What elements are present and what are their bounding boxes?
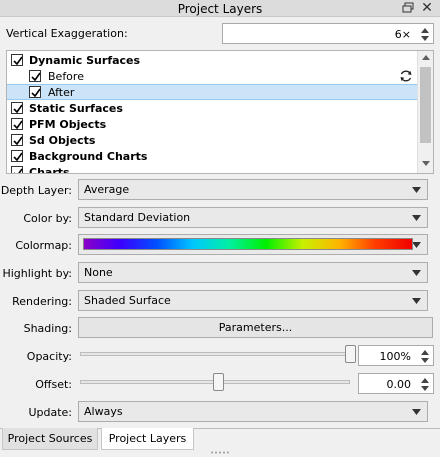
scroll-up-icon[interactable] [422, 55, 430, 60]
checkbox[interactable] [11, 54, 23, 66]
checkbox[interactable] [11, 166, 23, 173]
tree-item-label: PFM Objects [29, 118, 107, 131]
update-value: Always [84, 405, 123, 418]
spin-up-icon[interactable] [421, 28, 429, 33]
shading-parameters-button[interactable]: Parameters... [78, 317, 433, 338]
check-icon [13, 56, 23, 66]
tree-item-label: Charts [29, 166, 70, 174]
tree-item-label: After [48, 86, 75, 99]
panel-title: Project Layers [177, 2, 263, 16]
highlight-by-value: None [84, 266, 113, 279]
opacity-slider-thumb[interactable] [345, 345, 356, 363]
highlight-by-select[interactable]: None [78, 262, 428, 283]
spin-down-icon[interactable] [421, 36, 429, 41]
spin-down-icon[interactable] [421, 358, 429, 363]
vertical-exaggeration-value: 6× [394, 28, 411, 41]
rendering-value: Shaded Surface [84, 294, 171, 307]
resize-grip-icon[interactable] [210, 451, 230, 454]
chevron-down-icon [412, 187, 421, 193]
checkbox[interactable] [11, 102, 23, 114]
tree-item-before[interactable]: Before [7, 68, 417, 84]
offset-spinbox[interactable]: 0.00 [358, 373, 434, 394]
chevron-down-icon [412, 215, 421, 221]
opacity-value: 100% [379, 350, 411, 363]
opacity-label: Opacity: [26, 350, 72, 363]
tree-item-charts[interactable]: Charts [7, 164, 417, 174]
tree-item-pfm-objects[interactable]: PFM Objects [7, 116, 417, 132]
chevron-down-icon [412, 270, 421, 276]
tree-item-dynamic-surfaces[interactable]: Dynamic Surfaces [7, 52, 417, 68]
refresh-icon[interactable] [399, 69, 413, 83]
scrollbar-thumb[interactable] [420, 67, 431, 143]
update-select[interactable]: Always [78, 401, 428, 422]
offset-slider-thumb[interactable] [212, 373, 224, 391]
check-icon [13, 104, 23, 114]
tree-item-static-surfaces[interactable]: Static Surfaces [7, 100, 417, 116]
update-label: Update: [28, 406, 72, 419]
checkbox[interactable] [29, 86, 41, 98]
highlight-by-label: Highlight by: [2, 267, 72, 280]
check-icon [13, 136, 23, 146]
checkbox[interactable] [11, 118, 23, 130]
shading-label: Shading: [23, 322, 72, 335]
spin-up-icon[interactable] [421, 350, 429, 355]
color-by-label: Color by: [23, 212, 72, 225]
rendering-select[interactable]: Shaded Surface [78, 290, 428, 311]
close-icon[interactable]: ✕ [419, 0, 435, 16]
check-icon [31, 72, 41, 82]
rendering-label: Rendering: [12, 295, 72, 308]
checkbox[interactable] [11, 134, 23, 146]
check-icon [13, 152, 23, 162]
checkbox[interactable] [29, 70, 41, 82]
tree-item-label: Dynamic Surfaces [29, 54, 141, 67]
check-icon [14, 168, 23, 173]
tree-item-after[interactable]: After [7, 84, 417, 100]
tree-item-label: Sd Objects [29, 134, 96, 147]
tree-item-sd-objects[interactable]: Sd Objects [7, 132, 417, 148]
chevron-down-icon [412, 242, 421, 248]
spin-arrows[interactable] [417, 346, 433, 365]
chevron-down-icon [412, 409, 421, 415]
tab-project-layers[interactable]: Project Layers [101, 428, 194, 450]
spin-down-icon[interactable] [421, 386, 429, 391]
float-window-icon[interactable] [401, 1, 415, 15]
checkbox[interactable] [11, 150, 23, 162]
check-icon [31, 88, 41, 98]
tree-item-label: Background Charts [29, 150, 148, 163]
chevron-down-icon [412, 298, 421, 304]
layer-tree[interactable]: Dynamic Surfaces Before After Static Sur… [6, 50, 434, 174]
depth-layer-label: Depth Layer: [0, 184, 72, 197]
offset-value: 0.00 [386, 378, 412, 391]
vertical-exaggeration-spinbox[interactable]: 6× [222, 23, 434, 44]
tree-item-background-charts[interactable]: Background Charts [7, 148, 417, 164]
tree-item-label: Before [48, 70, 84, 83]
tree-scrollbar[interactable] [417, 51, 433, 173]
depth-layer-select[interactable]: Average [78, 179, 428, 200]
spin-arrows[interactable] [417, 24, 433, 43]
check-icon [13, 120, 23, 130]
offset-label: Offset: [35, 378, 72, 391]
colormap-label: Colormap: [15, 239, 72, 252]
spin-arrows[interactable] [417, 374, 433, 393]
scroll-down-icon[interactable] [422, 161, 430, 166]
color-by-select[interactable]: Standard Deviation [78, 207, 428, 228]
color-by-value: Standard Deviation [84, 211, 191, 224]
opacity-slider-track[interactable] [80, 352, 350, 356]
tab-project-sources[interactable]: Project Sources [2, 428, 98, 450]
vertical-exaggeration-label: Vertical Exaggeration: [6, 27, 128, 40]
depth-layer-value: Average [84, 183, 130, 196]
opacity-spinbox[interactable]: 100% [358, 345, 434, 366]
tree-item-label: Static Surfaces [29, 102, 123, 115]
colormap-gradient [83, 238, 413, 250]
spin-up-icon[interactable] [421, 378, 429, 383]
